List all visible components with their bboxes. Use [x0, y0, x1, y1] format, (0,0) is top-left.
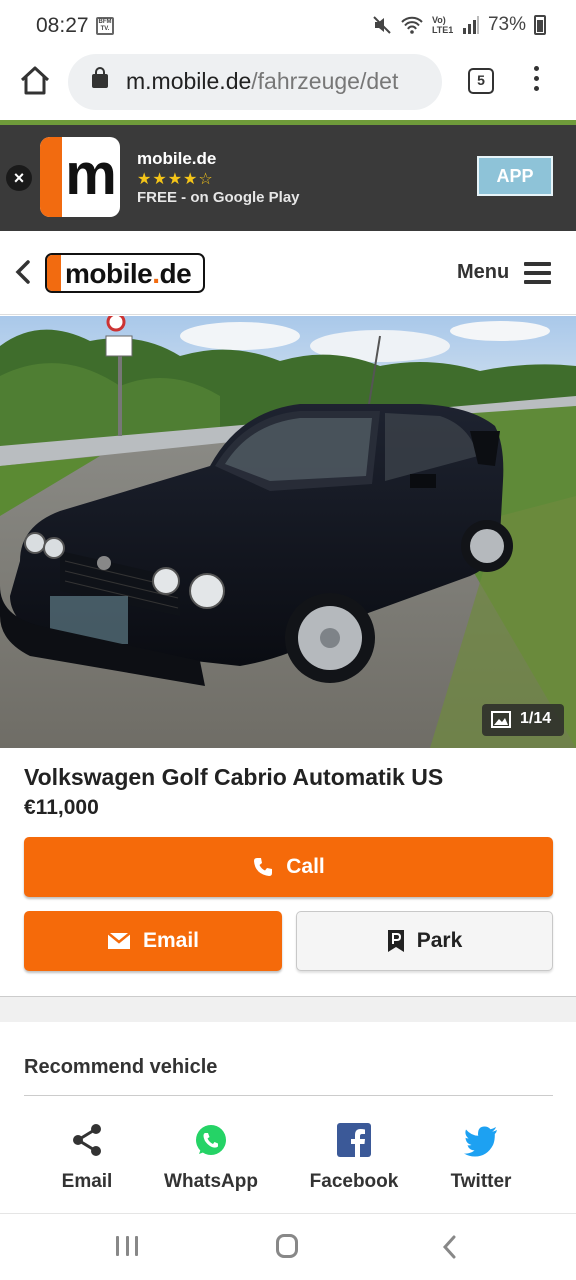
menu-label[interactable]: Menu — [457, 261, 509, 284]
mute-icon — [373, 16, 391, 34]
app-logo: m — [40, 137, 120, 217]
hamburger-icon[interactable] — [524, 262, 551, 284]
facebook-icon — [337, 1123, 371, 1158]
back-icon[interactable] — [440, 1234, 460, 1260]
lock-icon — [92, 67, 108, 88]
store-text: FREE - on Google Play — [137, 189, 300, 206]
share-facebook[interactable]: Facebook — [294, 1122, 414, 1193]
share-whatsapp[interactable]: WhatsApp — [151, 1122, 271, 1193]
share-email[interactable]: Email — [27, 1122, 147, 1193]
recommend-title: Recommend vehicle — [24, 1056, 218, 1078]
email-button[interactable]: Email — [24, 911, 282, 971]
bfm-tv-notification-icon: BFM TV. — [96, 17, 114, 35]
status-time: 08:27 — [36, 14, 89, 37]
url-bar[interactable]: m.mobile.de/fahrzeuge/det — [68, 54, 442, 110]
home-button-icon[interactable] — [276, 1234, 298, 1258]
site-header: mobile.de Menu — [0, 231, 576, 315]
battery-percent: 73% — [487, 14, 526, 35]
section-divider — [0, 996, 576, 1022]
twitter-icon — [464, 1126, 497, 1157]
recent-apps-icon[interactable] — [116, 1236, 138, 1256]
home-icon[interactable] — [18, 64, 52, 98]
status-icons: Vo) LTE1 73% — [372, 14, 546, 36]
mail-icon — [107, 932, 131, 949]
close-icon[interactable]: × — [6, 165, 32, 191]
recommend-divider — [24, 1095, 553, 1096]
browser-toolbar: m.mobile.de/fahrzeuge/det 5 — [0, 52, 576, 120]
park-label: Park — [416, 929, 463, 952]
share-icon — [73, 1124, 101, 1156]
share-whatsapp-label: WhatsApp — [164, 1171, 258, 1192]
url-text[interactable]: m.mobile.de/fahrzeuge/det — [126, 68, 398, 95]
image-counter-label: 1/14 — [520, 710, 552, 727]
tab-switcher-button[interactable]: 5 — [468, 68, 494, 94]
signal-icon — [462, 16, 479, 34]
status-bar: 08:27 BFM TV. Vo) LTE1 73% — [0, 0, 576, 52]
call-button[interactable]: Call — [24, 837, 553, 897]
site-logo[interactable]: mobile.de — [45, 253, 205, 293]
app-name: mobile.de — [137, 149, 217, 168]
share-email-label: Email — [61, 1171, 113, 1192]
battery-icon — [534, 15, 546, 35]
system-navigation-bar — [0, 1213, 576, 1280]
more-options-icon[interactable] — [530, 66, 542, 96]
bookmark-park-icon — [387, 930, 404, 952]
wifi-icon — [401, 16, 423, 34]
park-button[interactable]: Park — [296, 911, 553, 971]
share-twitter[interactable]: Twitter — [421, 1122, 541, 1193]
whatsapp-icon — [196, 1125, 226, 1155]
share-twitter-label: Twitter — [450, 1171, 512, 1192]
phone-icon — [254, 858, 273, 876]
app-install-banner: × m mobile.de ★★★★☆ FREE - on Google Pla… — [0, 125, 576, 231]
vehicle-image — [0, 316, 576, 748]
share-facebook-label: Facebook — [309, 1171, 399, 1192]
get-app-button[interactable]: APP — [477, 156, 553, 196]
listing-price: €11,000 — [24, 796, 99, 819]
back-chevron-icon[interactable] — [12, 259, 34, 285]
gallery-icon — [491, 711, 511, 728]
call-label: Call — [286, 855, 325, 878]
rating-stars: ★★★★☆ — [137, 171, 214, 188]
email-label: Email — [142, 929, 200, 952]
image-counter[interactable]: 1/14 — [482, 704, 564, 736]
network-label: Vo) LTE1 — [431, 15, 454, 35]
vehicle-photo[interactable] — [0, 316, 576, 748]
listing-title: Volkswagen Golf Cabrio Automatik US — [24, 764, 444, 790]
